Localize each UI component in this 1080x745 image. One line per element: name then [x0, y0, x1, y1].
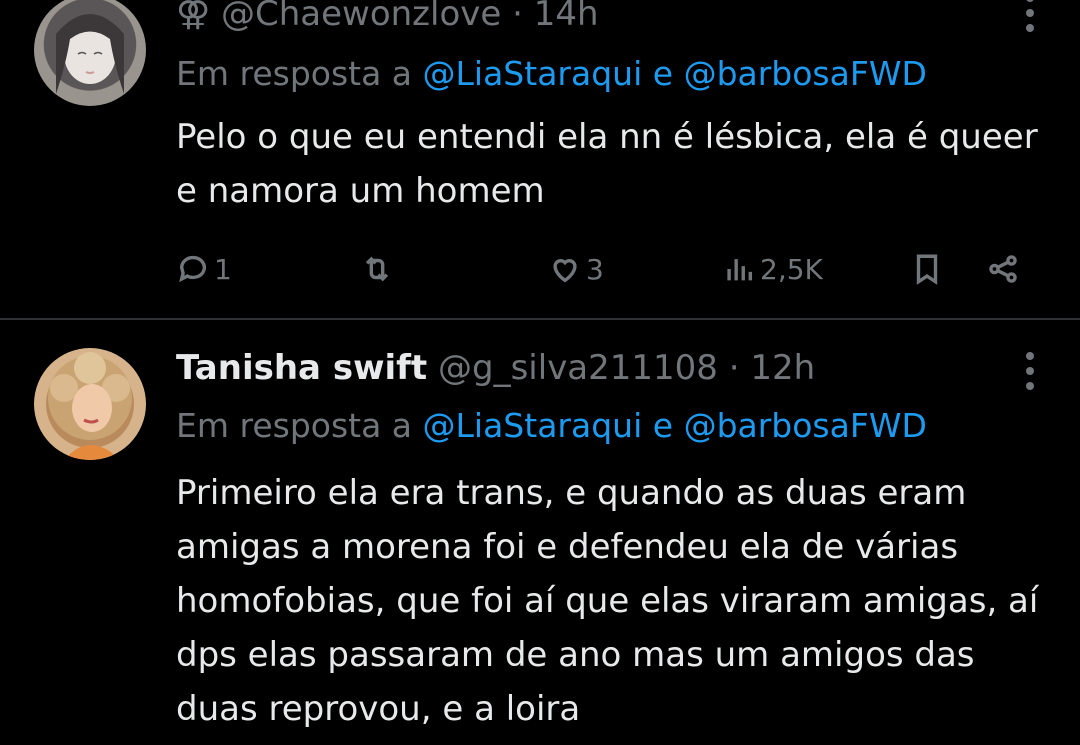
avatar[interactable]	[34, 0, 146, 106]
user-handle[interactable]: @Chaewonzlove	[221, 0, 501, 34]
like-icon	[553, 259, 577, 283]
handle-prefix-symbol: ⚢	[176, 0, 211, 34]
reply-conjunction: e	[652, 54, 674, 93]
mention-link[interactable]: @LiaStaraqui	[423, 54, 643, 93]
reply-button[interactable]: 1	[176, 246, 232, 292]
views-button[interactable]: 2,5K	[722, 246, 823, 292]
views-count: 2,5K	[760, 252, 823, 286]
tweet-header: ⚢ @Chaewonzlove · 14h	[176, 0, 599, 34]
avatar[interactable]	[34, 348, 146, 460]
tweet[interactable]: ⚢ @Chaewonzlove · 14h Em resposta a @Lia…	[0, 0, 1080, 318]
mention-link[interactable]: @barbosaFWD	[684, 406, 927, 445]
mention-link[interactable]: @barbosaFWD	[684, 54, 927, 93]
like-count: 3	[586, 252, 604, 286]
timestamp[interactable]: 12h	[750, 348, 815, 388]
retweet-icon	[365, 256, 389, 282]
reply-prefix: Em resposta a	[176, 54, 413, 93]
retweet-button[interactable]	[360, 246, 398, 292]
tweet-text: Primeiro ela era trans, e quando as duas…	[176, 473, 1039, 729]
views-icon	[727, 259, 753, 281]
tweet-text: Pelo o que eu entendi ela nn é lésbica, …	[176, 117, 1038, 211]
timestamp[interactable]: 14h	[534, 0, 599, 34]
reply-conjunction: e	[652, 406, 674, 445]
display-name[interactable]: Tanisha swift	[176, 348, 427, 388]
bookmark-icon	[916, 254, 938, 285]
reply-count: 1	[214, 252, 232, 286]
separator-dot: ·	[512, 0, 523, 34]
tweet[interactable]: Tanisha swift @g_silva211108 · 12h Em re…	[0, 320, 1080, 745]
more-icon[interactable]	[1024, 0, 1036, 39]
like-button[interactable]: 3	[548, 246, 604, 292]
user-handle[interactable]: @g_silva211108	[438, 348, 718, 388]
share-icon	[989, 255, 1017, 283]
action-bar: 1 3 2,5K	[0, 246, 1080, 292]
reply-context: Em resposta a @LiaStaraqui e @barbosaFWD	[176, 54, 927, 94]
reply-context: Em resposta a @LiaStaraqui e @barbosaFWD	[176, 406, 927, 446]
share-button[interactable]	[986, 246, 1020, 292]
reply-prefix: Em resposta a	[176, 406, 413, 445]
separator-dot: ·	[728, 348, 740, 388]
mention-link[interactable]: @LiaStaraqui	[423, 406, 643, 445]
bookmark-button[interactable]	[910, 246, 944, 292]
reply-icon	[179, 255, 207, 283]
more-icon[interactable]	[1024, 352, 1036, 397]
tweet-header: Tanisha swift @g_silva211108 · 12h	[176, 348, 815, 388]
